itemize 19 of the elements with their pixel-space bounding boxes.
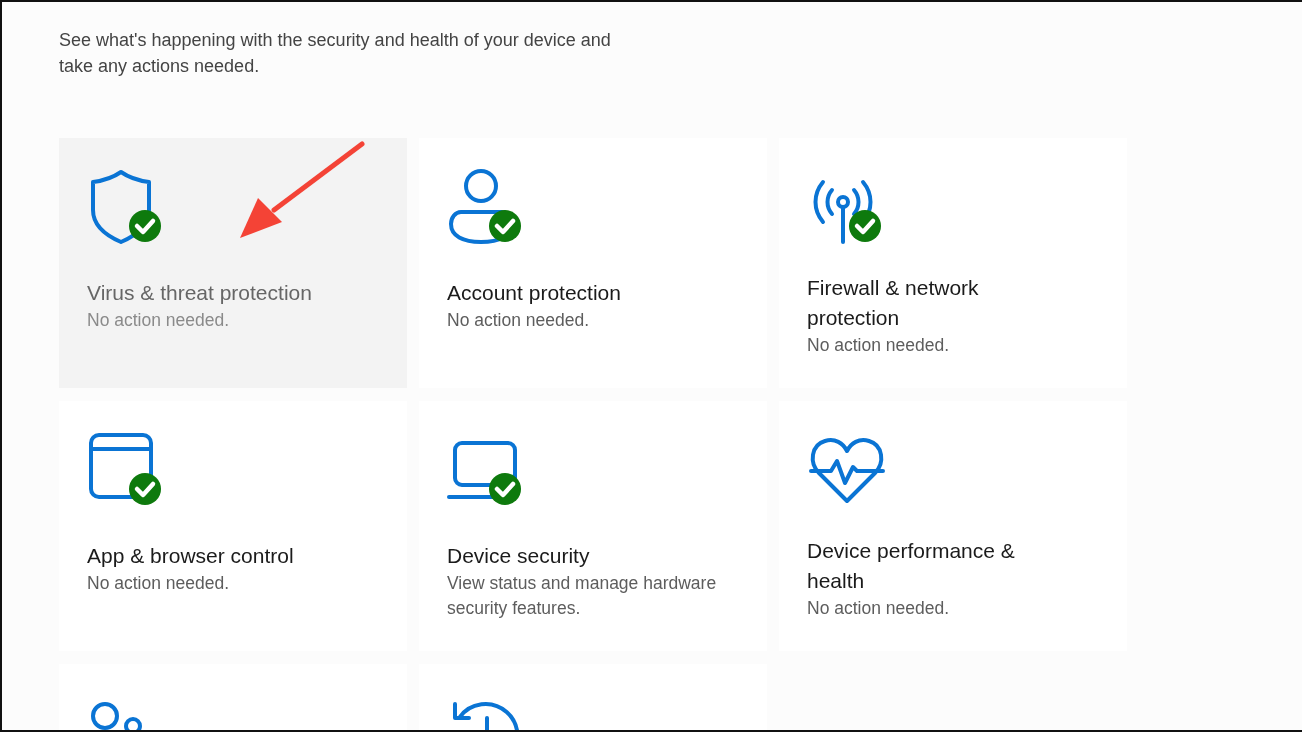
tile-status: No action needed. xyxy=(807,334,951,357)
tile-title: Virus & threat protection xyxy=(87,280,313,306)
tile-status: No action needed. xyxy=(87,309,231,332)
security-area-tile[interactable]: Virus & threat protection No action needed. xyxy=(59,138,407,388)
tile-status: No action needed. xyxy=(87,572,231,595)
history-icon xyxy=(453,702,520,730)
page-description: See what's happening with the security and health of your device and take any actions needed. xyxy=(59,29,612,78)
tile-status: View status and manage hardware security features. xyxy=(447,572,717,620)
tile-title: Account protection xyxy=(447,280,622,306)
tile-title: Device security xyxy=(447,543,591,569)
tile-status: No action needed. xyxy=(447,309,591,332)
heart-pulse-icon xyxy=(809,438,885,503)
shield-icon xyxy=(91,170,151,244)
tile-title: Device performance & health xyxy=(807,538,1016,594)
tile-status: No action needed. xyxy=(807,597,951,620)
antenna-icon xyxy=(813,180,873,244)
tile-title: Firewall & network protection xyxy=(807,275,980,331)
tile-title: App & browser control xyxy=(87,543,295,569)
people-icon xyxy=(91,702,142,730)
